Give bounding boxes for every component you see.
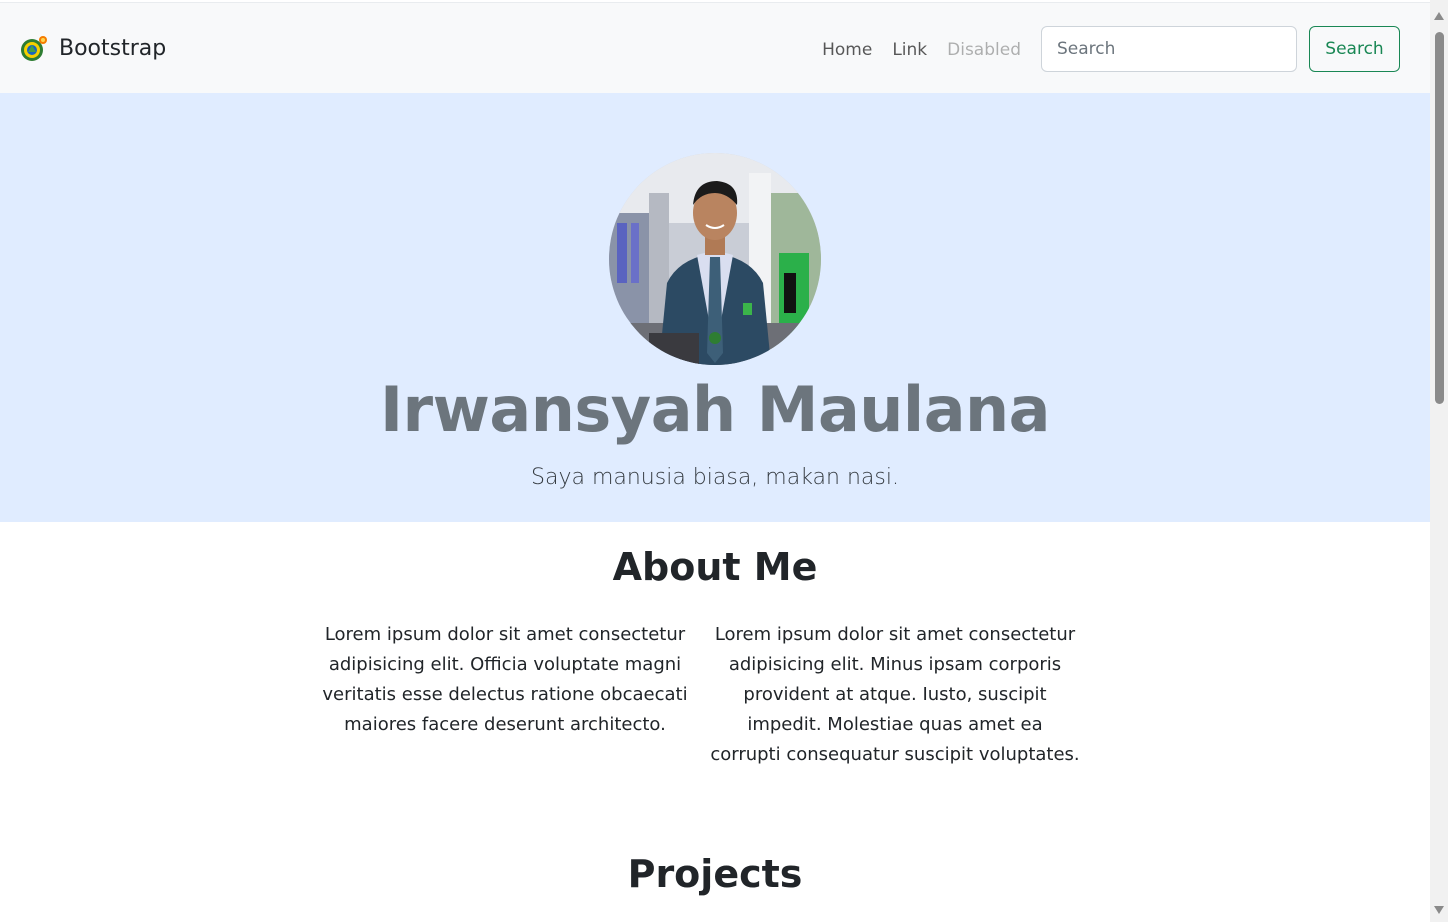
about-paragraph-2: Lorem ipsum dolor sit amet consectetur a… [710,624,1080,765]
nav-link-disabled: Disabled [947,40,1021,60]
nav-link-home[interactable]: Home [812,37,882,63]
scroll-up-arrow-icon[interactable] [1434,12,1444,20]
browser-viewport: Bootstrap Home Link Disabled Search Sear… [0,0,1448,922]
navbar-brand[interactable]: Bootstrap [19,33,166,65]
search-input[interactable] [1041,26,1297,72]
nav-links: Home Link Disabled [812,37,1031,63]
brand-label: Bootstrap [59,36,167,61]
school-logo-icon [19,35,47,63]
scroll-thumb[interactable] [1435,32,1444,404]
about-paragraph-1: Lorem ipsum dolor sit amet consectetur a… [322,624,688,735]
hero-name: Irwansyah Maulana [379,373,1051,446]
vertical-scrollbar[interactable] [1430,0,1448,922]
profile-photo [609,153,821,365]
hero-tagline: Saya manusia biasa, makan nasi. [531,465,899,490]
nav-link-link[interactable]: Link [882,37,937,63]
search-button[interactable]: Search [1309,26,1400,72]
hero-section: Irwansyah Maulana Saya manusia biasa, ma… [0,93,1430,522]
navbar: Bootstrap Home Link Disabled Search [0,2,1430,94]
projects-heading: Projects [627,852,803,896]
about-heading: About Me [612,545,818,589]
page: Bootstrap Home Link Disabled Search Sear… [0,0,1430,922]
scroll-down-arrow-icon[interactable] [1434,906,1444,914]
